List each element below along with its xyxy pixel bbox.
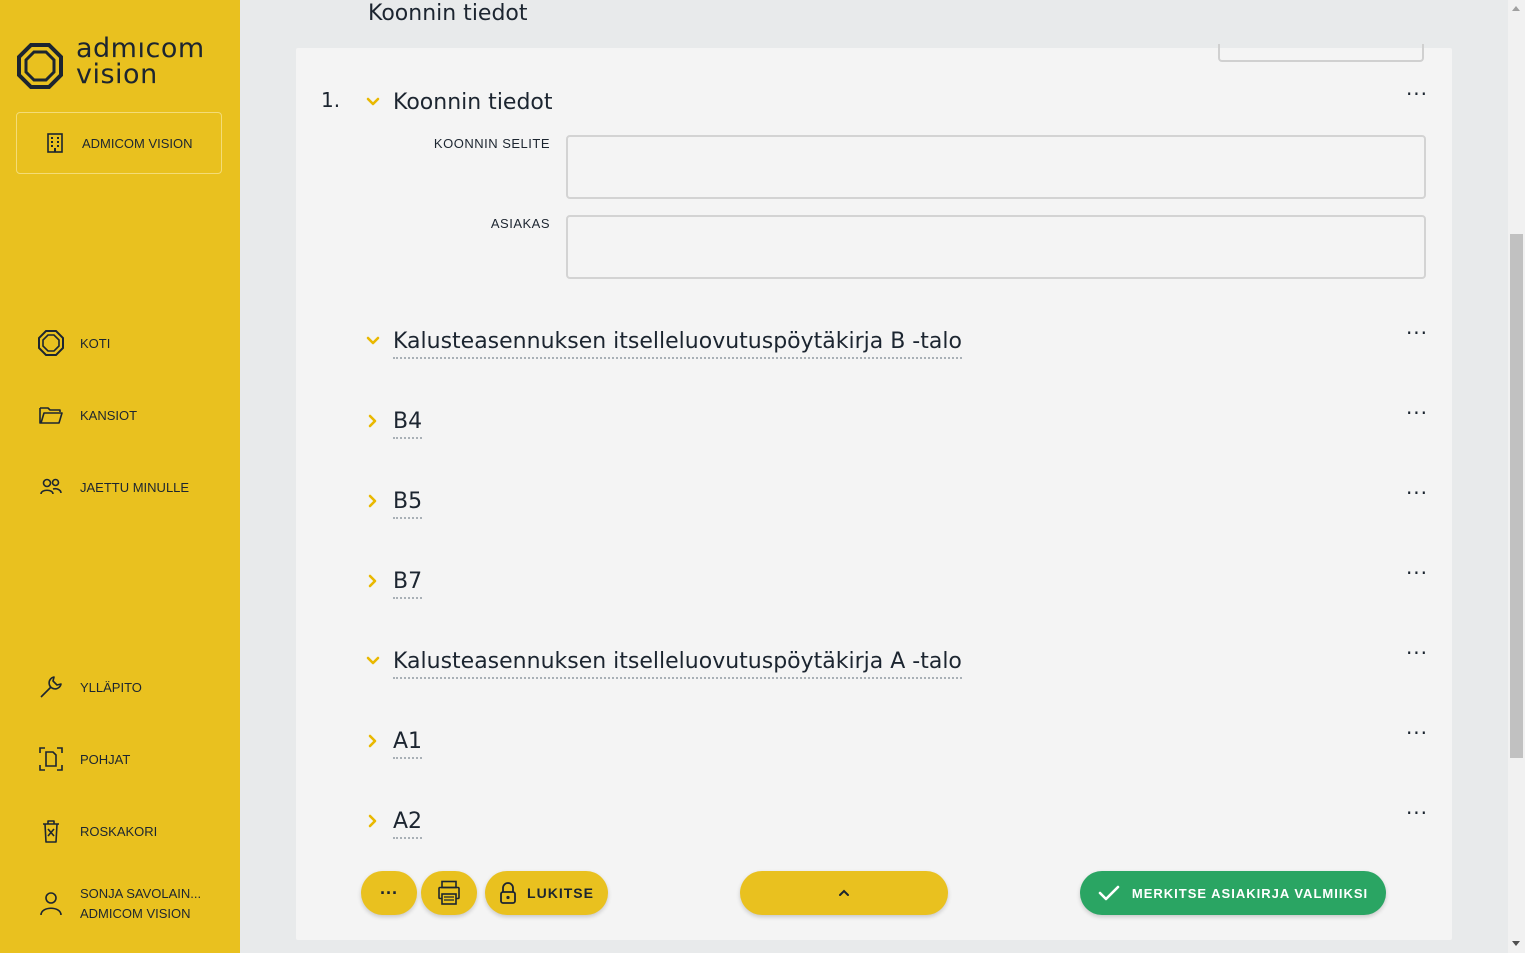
home-octagon-icon bbox=[38, 330, 64, 356]
logo-octagon-icon bbox=[17, 43, 63, 89]
nav-item-jaettu-minulle[interactable]: JAETTU MINULLE bbox=[38, 474, 228, 500]
section-number: 1. bbox=[321, 88, 341, 112]
item-title[interactable]: A2 bbox=[393, 808, 423, 839]
item-more-button[interactable]: ··· bbox=[1402, 563, 1432, 588]
nav-label-jaettu-minulle: JAETTU MINULLE bbox=[80, 479, 190, 495]
chevron-down-icon[interactable] bbox=[362, 648, 384, 674]
item-title[interactable]: B5 bbox=[393, 488, 423, 519]
field-label-asiakas: ASIAKAS bbox=[490, 216, 550, 231]
mark-document-done-button[interactable]: MERKITSE ASIAKIRJA VALMIIKSI bbox=[1080, 871, 1386, 915]
nav-label-pohjat: POHJAT bbox=[80, 751, 131, 767]
toolbar-more-button[interactable]: ··· bbox=[361, 871, 417, 915]
template-icon bbox=[38, 746, 64, 772]
scroll-up-arrow-icon[interactable] bbox=[1512, 6, 1520, 11]
item-more-button[interactable]: ··· bbox=[1402, 803, 1432, 828]
item-more-button[interactable]: ··· bbox=[1402, 403, 1432, 428]
item-more-button[interactable]: ··· bbox=[1402, 643, 1432, 668]
lock-label: LUKITSE bbox=[527, 885, 594, 901]
chevron-right-icon[interactable] bbox=[362, 808, 384, 834]
nav-label-yllapito: YLLÄPITO bbox=[80, 679, 142, 695]
check-icon bbox=[1098, 885, 1120, 901]
lock-icon bbox=[500, 882, 516, 904]
logo-text-line2: vision bbox=[76, 59, 158, 90]
list-item: B4 ··· bbox=[362, 403, 1432, 448]
workspace-button[interactable]: ADMICOM VISION bbox=[16, 112, 222, 174]
nav-label-kansiot: KANSIOT bbox=[80, 407, 138, 423]
nav-label-roskakori: ROSKAKORI bbox=[80, 823, 158, 839]
field-label-koonnin-selite: KOONNIN SELITE bbox=[433, 136, 550, 151]
mark-document-done-label: MERKITSE ASIAKIRJA VALMIIKSI bbox=[1131, 885, 1369, 901]
chevron-right-icon[interactable] bbox=[362, 568, 384, 594]
chevron-down-icon[interactable] bbox=[362, 328, 384, 354]
item-title[interactable]: B4 bbox=[393, 408, 423, 439]
item-more-button[interactable]: ··· bbox=[1402, 723, 1432, 748]
list-item: B5 ··· bbox=[362, 483, 1432, 528]
section-header-row: Koonnin tiedot ··· bbox=[362, 84, 1432, 129]
nav-item-yllapito[interactable]: YLLÄPITO bbox=[38, 674, 228, 700]
list-item: B7 ··· bbox=[362, 563, 1432, 608]
users-icon bbox=[38, 474, 64, 500]
folder-icon bbox=[38, 402, 64, 428]
user-icon bbox=[38, 890, 64, 916]
toolbar-more-label: ··· bbox=[380, 882, 398, 903]
item-title[interactable]: B7 bbox=[393, 568, 423, 599]
list-item: A2 ··· bbox=[362, 803, 1432, 848]
list-item: Kalusteasennuksen itselleluovutuspöytäki… bbox=[362, 323, 1432, 368]
user-profile[interactable]: SONJA SAVOLAIN... ADMICOM VISION bbox=[38, 884, 228, 924]
workspace-label: ADMICOM VISION bbox=[82, 135, 193, 151]
scroll-down-arrow-icon[interactable] bbox=[1512, 941, 1520, 946]
nav-item-pohjat[interactable]: POHJAT bbox=[38, 746, 228, 772]
chevron-down-icon[interactable] bbox=[362, 89, 384, 115]
chevron-right-icon[interactable] bbox=[362, 728, 384, 754]
list-item: Kalusteasennuksen itselleluovutuspöytäki… bbox=[362, 643, 1432, 688]
trash-icon bbox=[38, 818, 64, 844]
logo-text: admıcom vision bbox=[76, 35, 205, 90]
page-title: Koonnin tiedot bbox=[368, 1, 528, 26]
list-item: A1 ··· bbox=[362, 723, 1432, 768]
scrollbar[interactable] bbox=[1508, 0, 1525, 953]
item-title[interactable]: Kalusteasennuksen itselleluovutuspöytäki… bbox=[393, 328, 962, 359]
user-name: SONJA SAVOLAIN... bbox=[80, 886, 202, 901]
nav-item-roskakori[interactable]: ROSKAKORI bbox=[38, 818, 228, 844]
chevron-up-icon bbox=[839, 889, 849, 896]
wrench-icon bbox=[38, 674, 64, 700]
pdf-button[interactable] bbox=[421, 871, 477, 915]
sidebar: admıcom vision ADMICOM VISION KOTI KANSI… bbox=[0, 0, 240, 953]
admicom-logo[interactable]: admıcom vision bbox=[16, 35, 231, 96]
item-more-button[interactable]: ··· bbox=[1402, 483, 1432, 508]
chevron-right-icon[interactable] bbox=[362, 408, 384, 434]
chevron-right-icon[interactable] bbox=[362, 488, 384, 514]
nav-item-kansiot[interactable]: KANSIOT bbox=[38, 402, 228, 428]
item-title[interactable]: Kalusteasennuksen itselleluovutuspöytäki… bbox=[393, 648, 962, 679]
scroll-thumb[interactable] bbox=[1510, 234, 1523, 758]
item-title[interactable]: A1 bbox=[393, 728, 423, 759]
asiakas-input[interactable] bbox=[566, 215, 1426, 279]
nav-item-koti[interactable]: KOTI bbox=[38, 330, 228, 356]
header-field-partial[interactable] bbox=[1218, 44, 1424, 62]
nav-label-koti: KOTI bbox=[80, 335, 111, 351]
scroll-up-button[interactable] bbox=[740, 871, 948, 915]
pdf-icon bbox=[438, 880, 460, 905]
section-more-button[interactable]: ··· bbox=[1402, 84, 1432, 109]
item-more-button[interactable]: ··· bbox=[1402, 323, 1432, 348]
document-panel: 1. Koonnin tiedot ··· KOONNIN SELITE ASI… bbox=[296, 44, 1452, 940]
koonnin-selite-input[interactable] bbox=[566, 135, 1426, 199]
user-org: ADMICOM VISION bbox=[80, 906, 191, 921]
lock-button[interactable]: LUKITSE bbox=[485, 871, 608, 915]
building-icon bbox=[47, 133, 63, 153]
section-title: Koonnin tiedot bbox=[393, 90, 553, 115]
